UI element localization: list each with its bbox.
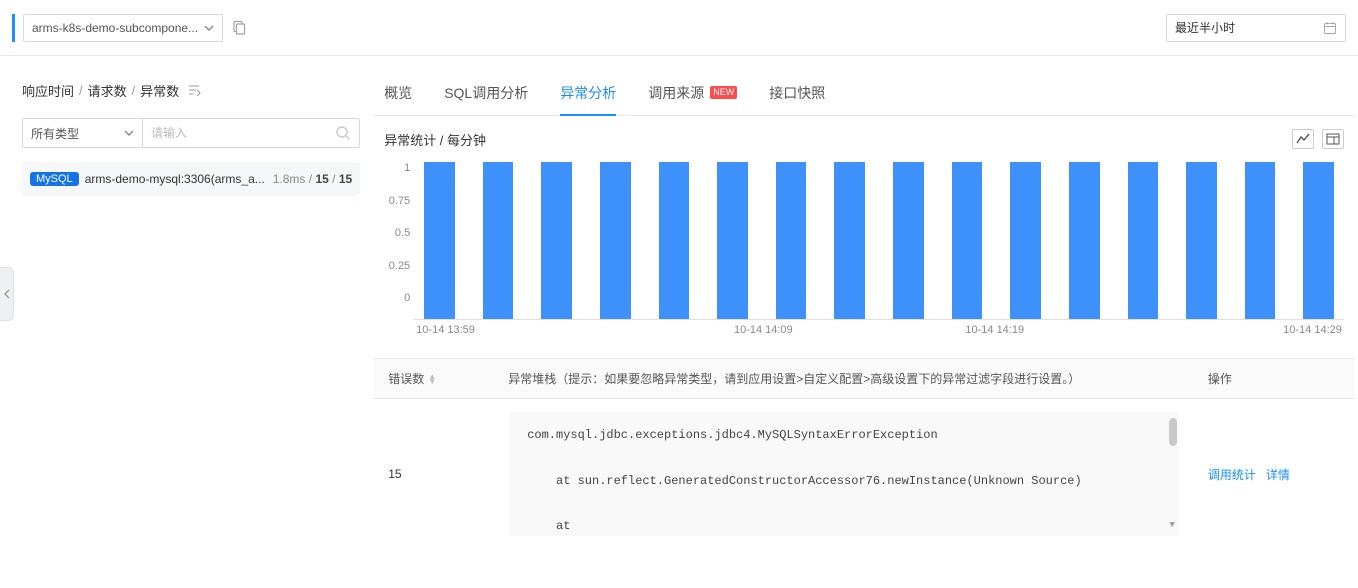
search-icon[interactable]: [335, 125, 351, 141]
cell-error-count: 15: [374, 399, 494, 549]
chart-bar: [483, 162, 514, 319]
chart-bar: [1303, 162, 1334, 319]
time-range-select[interactable]: 最近半小时: [1166, 14, 1346, 42]
sidebar: 响应时间 / 请求数 / 异常数 所有类型 MySQL arms-demo-my…: [0, 72, 374, 588]
calendar-icon: [1323, 21, 1337, 35]
scroll-caret-icon: ▼: [1169, 517, 1174, 534]
chart-bar: [1010, 162, 1041, 319]
chart-mode-table-icon[interactable]: [1322, 129, 1344, 149]
exception-table: 错误数 ▲▼ 异常堆栈（提示：如果要忽略异常类型，请到应用设置>自定义配置>高级…: [374, 358, 1354, 549]
chart-mode-line-icon[interactable]: [1292, 129, 1314, 149]
col-error-count[interactable]: 错误数 ▲▼: [374, 359, 494, 398]
cell-actions: 调用统计 详情: [1194, 399, 1354, 549]
chart-bar: [1186, 162, 1217, 319]
separator: /: [79, 83, 83, 98]
tab-exception-analysis[interactable]: 异常分析: [560, 72, 616, 116]
tab-call-source[interactable]: 调用来源NEW: [648, 72, 737, 116]
tab-overview[interactable]: 概览: [384, 72, 412, 116]
sort-settings-icon[interactable]: [187, 84, 201, 96]
chart-bar: [717, 162, 748, 319]
type-select-text: 所有类型: [31, 125, 79, 142]
new-badge: NEW: [710, 86, 737, 99]
db-type-badge: MySQL: [30, 172, 79, 186]
chart-title: 异常统计 / 每分钟: [384, 130, 486, 149]
chart-bar: [424, 162, 455, 319]
copy-icon[interactable]: [231, 20, 247, 36]
chart-bar: [600, 162, 631, 319]
col-actions: 操作: [1194, 359, 1354, 398]
sort-arrows-icon: ▲▼: [428, 374, 436, 384]
chart-bars: [414, 162, 1344, 319]
link-details[interactable]: 详情: [1266, 466, 1290, 483]
main-panel: 概览 SQL调用分析 异常分析 调用来源NEW 接口快照 异常统计 / 每分钟 …: [374, 72, 1358, 588]
sidebar-collapse-handle[interactable]: [0, 267, 14, 321]
chart-bar: [541, 162, 572, 319]
sort-tab-exceptions[interactable]: 异常数: [140, 81, 179, 100]
search-input[interactable]: [151, 126, 329, 140]
db-item-text: arms-demo-mysql:3306(arms_a...: [85, 172, 265, 186]
time-range-text: 最近半小时: [1175, 19, 1235, 36]
link-call-stats[interactable]: 调用统计: [1208, 466, 1256, 483]
sort-tab-response-time[interactable]: 响应时间: [22, 81, 74, 100]
chart-bar: [893, 162, 924, 319]
chevron-down-icon: [124, 128, 134, 138]
stack-trace-box[interactable]: com.mysql.jdbc.exceptions.jdbc4.MySQLSyn…: [508, 411, 1180, 537]
chevron-down-icon: [204, 23, 214, 33]
chart-header: 异常统计 / 每分钟: [374, 116, 1354, 162]
scrollbar-thumb[interactable]: [1169, 418, 1177, 446]
app-select[interactable]: arms-k8s-demo-subcompone...: [23, 14, 223, 42]
tab-sql-analysis[interactable]: SQL调用分析: [444, 72, 528, 116]
chart-bar: [1069, 162, 1100, 319]
chart-bar: [1245, 162, 1276, 319]
chart-bar: [952, 162, 983, 319]
chart-y-axis: 10.750.50.250: [380, 162, 414, 320]
app-accent-bar: [12, 14, 15, 42]
sort-tab-requests[interactable]: 请求数: [88, 81, 127, 100]
chart-bar: [776, 162, 807, 319]
chart-bar: [659, 162, 690, 319]
stack-trace-text: com.mysql.jdbc.exceptions.jdbc4.MySQLSyn…: [527, 428, 1161, 537]
separator: /: [132, 83, 136, 98]
type-select[interactable]: 所有类型: [23, 119, 143, 147]
chevron-left-icon: [4, 289, 10, 299]
chart-x-axis: 10-14 13:5910-14 14:0910-14 14:1910-14 1…: [414, 320, 1344, 352]
app-select-text: arms-k8s-demo-subcompone...: [32, 21, 198, 35]
sidebar-sort-tabs: 响应时间 / 请求数 / 异常数: [22, 72, 360, 108]
exception-chart: 10.750.50.250 10-14 13:5910-14 14:0910-1…: [374, 162, 1354, 352]
db-item-metrics: 1.8ms / 15 / 15: [273, 172, 352, 186]
chart-bar: [1128, 162, 1159, 319]
col-stack: 异常堆栈（提示：如果要忽略异常类型，请到应用设置>自定义配置>高级设置下的异常过…: [494, 359, 1194, 398]
tab-snapshot[interactable]: 接口快照: [769, 72, 825, 116]
top-bar: arms-k8s-demo-subcompone... 最近半小时: [0, 0, 1358, 56]
main-tabs: 概览 SQL调用分析 异常分析 调用来源NEW 接口快照: [374, 72, 1354, 116]
sidebar-filter: 所有类型: [22, 118, 360, 148]
db-list-item[interactable]: MySQL arms-demo-mysql:3306(arms_a... 1.8…: [22, 162, 360, 196]
chart-bar: [834, 162, 865, 319]
